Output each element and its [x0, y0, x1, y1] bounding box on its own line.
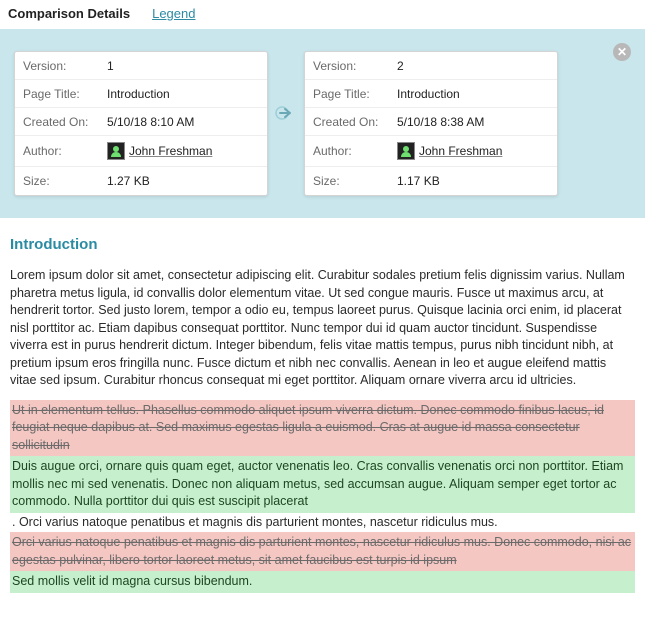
label-page-title: Page Title: [15, 81, 107, 107]
diff-unchanged: . Orci varius natoque penatibus et magni… [10, 513, 635, 533]
comparison-panel: ✕ Version: 1 Page Title: Introduction Cr… [0, 29, 645, 218]
row-author: Author: John Freshman [305, 136, 557, 167]
row-size: Size: 1.17 KB [305, 167, 557, 195]
row-created-on: Created On: 5/10/18 8:10 AM [15, 108, 267, 136]
page-title: Introduction [10, 236, 635, 253]
row-created-on: Created On: 5/10/18 8:38 AM [305, 108, 557, 136]
row-version: Version: 2 [305, 52, 557, 80]
diff-content: Introduction Lorem ipsum dolor sit amet,… [0, 218, 645, 607]
author-name: John Freshman [129, 144, 212, 158]
diff-deleted: Ut in elementum tellus. Phasellus commod… [10, 400, 635, 457]
diff-body: Lorem ipsum dolor sit amet, consectetur … [10, 267, 635, 593]
value-version: 2 [397, 53, 410, 79]
version-cards: Version: 1 Page Title: Introduction Crea… [14, 51, 631, 196]
version-card-left: Version: 1 Page Title: Introduction Crea… [14, 51, 268, 196]
value-size: 1.17 KB [397, 168, 446, 194]
value-author[interactable]: John Freshman [397, 136, 508, 166]
close-icon[interactable]: ✕ [613, 43, 631, 61]
label-size: Size: [305, 168, 397, 194]
value-created-on: 5/10/18 8:38 AM [397, 109, 490, 135]
row-page-title: Page Title: Introduction [305, 80, 557, 108]
avatar-icon [397, 142, 415, 160]
row-version: Version: 1 [15, 52, 267, 80]
version-card-right: Version: 2 Page Title: Introduction Crea… [304, 51, 558, 196]
label-created-on: Created On: [15, 109, 107, 135]
tab-label: Comparison Details [8, 6, 130, 21]
tab-comparison-details[interactable]: Comparison Details [6, 0, 132, 29]
tab-bar: Comparison Details Legend [0, 0, 645, 29]
value-page-title: Introduction [397, 81, 466, 107]
arrow-column [274, 51, 298, 125]
label-author: Author: [305, 138, 397, 164]
tab-legend[interactable]: Legend [150, 0, 197, 29]
author-name: John Freshman [419, 144, 502, 158]
label-created-on: Created On: [305, 109, 397, 135]
label-page-title: Page Title: [305, 81, 397, 107]
diff-deleted: Orci varius natoque penatibus et magnis … [10, 532, 635, 571]
value-size: 1.27 KB [107, 168, 156, 194]
diff-added: Duis augue orci, ornare quis quam eget, … [10, 456, 635, 513]
row-author: Author: John Freshman [15, 136, 267, 167]
value-created-on: 5/10/18 8:10 AM [107, 109, 200, 135]
value-version: 1 [107, 53, 120, 79]
para-unchanged: Lorem ipsum dolor sit amet, consectetur … [10, 267, 635, 390]
row-size: Size: 1.27 KB [15, 167, 267, 195]
label-version: Version: [305, 53, 397, 79]
tab-pointer-icon [61, 29, 77, 37]
label-size: Size: [15, 168, 107, 194]
row-page-title: Page Title: Introduction [15, 80, 267, 108]
label-version: Version: [15, 53, 107, 79]
avatar-icon [107, 142, 125, 160]
tab-label: Legend [152, 6, 195, 21]
arrow-right-icon [274, 101, 298, 125]
value-author[interactable]: John Freshman [107, 136, 218, 166]
diff-added: Sed mollis velit id magna cursus bibendu… [10, 571, 635, 593]
label-author: Author: [15, 138, 107, 164]
value-page-title: Introduction [107, 81, 176, 107]
